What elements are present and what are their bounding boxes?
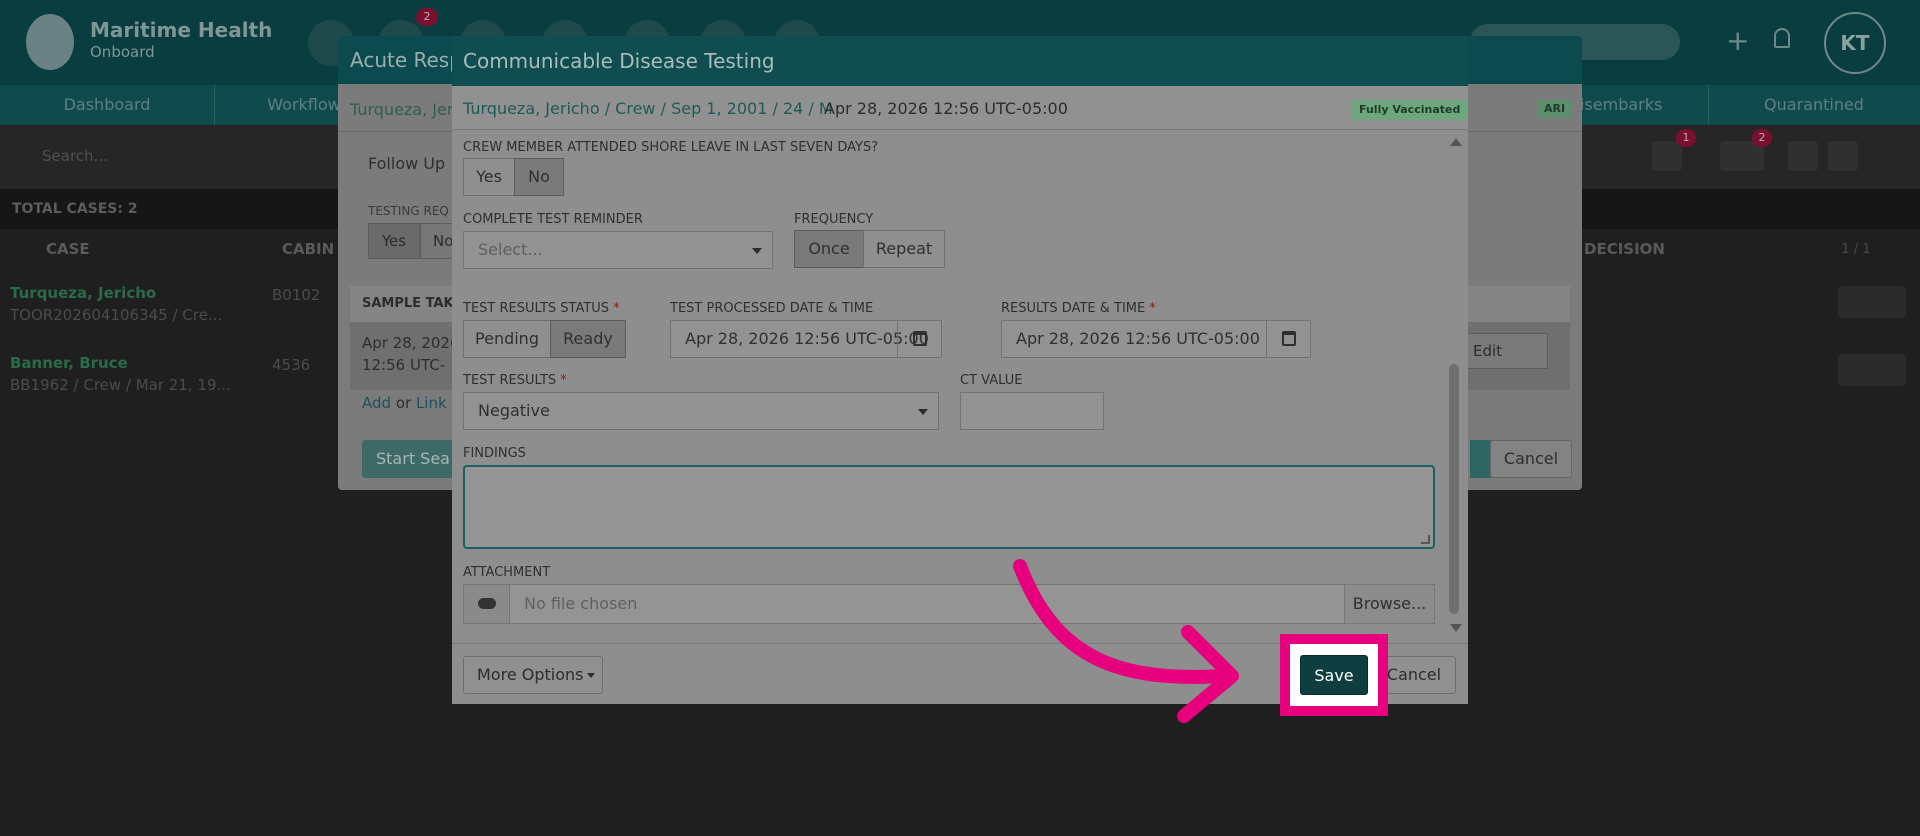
communicable-disease-testing-modal: Communicable Disease Testing Turqueza, J… — [452, 36, 1468, 704]
chevron-down-icon — [918, 409, 928, 415]
back-modal-patient[interactable]: Turqueza, Jeric — [350, 100, 467, 119]
user-avatar[interactable]: KT — [1824, 12, 1886, 74]
status-pending-button[interactable]: Pending — [463, 320, 551, 358]
processed-datetime-input[interactable]: Apr 28, 2026 12:56 UTC-05:00 — [670, 320, 942, 358]
reminder-select[interactable]: Select... — [463, 231, 773, 269]
case-detail: TOOR202604106345 / Cre... — [10, 306, 223, 324]
column-decision[interactable]: DECISION — [1584, 240, 1665, 258]
processed-calendar-button[interactable] — [897, 321, 941, 357]
case-name[interactable]: Turqueza, Jericho — [10, 284, 222, 302]
more-options-button[interactable]: More Options — [463, 656, 603, 694]
browse-button[interactable]: Browse... — [1344, 585, 1434, 623]
tab-dashboard[interactable]: Dashboard — [0, 85, 214, 125]
shore-leave-label: CREW MEMBER ATTENDED SHORE LEAVE IN LAST… — [463, 140, 879, 155]
cabin-value: 4536 — [272, 356, 311, 374]
ct-value-label: CT VALUE — [960, 373, 1023, 388]
upload-button[interactable] — [464, 585, 510, 623]
brand: Maritime Health Onboard — [90, 18, 272, 62]
app-subtitle: Onboard — [90, 43, 155, 61]
scrollbar[interactable] — [1447, 138, 1462, 632]
app-logo-icon — [26, 14, 74, 70]
testing-yes-button[interactable]: Yes — [368, 223, 420, 259]
status-label-text: TEST RESULTS STATUS — [463, 301, 610, 316]
processed-datetime-value: Apr 28, 2026 12:56 UTC-05:00 — [685, 329, 929, 348]
filter-icon[interactable] — [1788, 141, 1818, 171]
results-datetime-value: Apr 28, 2026 12:56 UTC-05:00 — [1016, 329, 1260, 348]
testing-required-label: TESTING REQ — [368, 204, 449, 218]
results-calendar-button[interactable] — [1266, 321, 1310, 357]
add-icon[interactable]: + — [1726, 26, 1749, 56]
encounter-date: Apr 28, 2026 12:56 UTC-05:00 — [824, 99, 1068, 118]
back-cancel-button[interactable]: Cancel — [1490, 440, 1572, 478]
calendar-icon — [913, 331, 927, 346]
results-date-label: RESULTS DATE & TIME * — [1001, 301, 1156, 316]
no-file-text: No file chosen — [524, 594, 638, 613]
test-results-label: TEST RESULTS * — [463, 373, 567, 388]
cloud-upload-icon — [478, 598, 496, 609]
required-marker: * — [1149, 301, 1156, 316]
resize-handle[interactable] — [1421, 535, 1430, 544]
attachment-input[interactable]: No file chosen Browse... — [463, 584, 1435, 624]
results-datetime-input[interactable]: Apr 28, 2026 12:56 UTC-05:00 — [1001, 320, 1311, 358]
bell-icon[interactable] — [1774, 28, 1790, 48]
ari-badge: ARI — [1538, 100, 1572, 118]
status-label: TEST RESULTS STATUS * — [463, 301, 620, 316]
ct-value-input[interactable] — [960, 392, 1104, 430]
modal-patient-bar: Turqueza, Jericho / Crew / Sep 1, 2001 /… — [452, 86, 1468, 130]
required-marker: * — [613, 301, 620, 316]
calendar-icon — [1282, 331, 1296, 346]
save-button[interactable]: Save — [1300, 655, 1368, 695]
modal-title: Communicable Disease Testing — [452, 36, 1468, 86]
add-link[interactable]: Add — [362, 394, 391, 412]
reminder-placeholder: Select... — [478, 240, 543, 259]
cabin-value: B0102 — [272, 286, 321, 304]
chevron-down-icon — [752, 248, 762, 254]
scroll-thumb[interactable] — [1449, 364, 1459, 614]
sliders-icon[interactable] — [1652, 141, 1682, 171]
results-date-label-text: RESULTS DATE & TIME — [1001, 301, 1146, 316]
shore-leave-yes-button[interactable]: Yes — [463, 158, 515, 196]
frequency-label: FREQUENCY — [794, 212, 874, 227]
caret-down-icon — [587, 673, 596, 678]
table-row[interactable]: Banner, Bruce BB1962 / Crew / Mar 21, 19… — [10, 354, 231, 394]
row-refresh-button[interactable] — [1838, 286, 1906, 318]
app-name: Maritime Health — [90, 18, 273, 42]
or-text: or — [391, 394, 416, 412]
row-refresh-button[interactable] — [1838, 354, 1906, 386]
filter-badge: 1 — [1676, 129, 1696, 147]
findings-label: FINDINGS — [463, 446, 526, 461]
processed-label: TEST PROCESSED DATE & TIME — [670, 301, 874, 316]
shore-leave-no-button[interactable]: No — [514, 158, 564, 196]
table-row[interactable]: Turqueza, Jericho TOOR202604106345 / Cre… — [10, 284, 222, 324]
add-or-link: Add or Link — [362, 394, 447, 412]
patient-link[interactable]: Turqueza, Jericho / Crew / Sep 1, 2001 /… — [463, 99, 833, 118]
list-badge: 2 — [1752, 129, 1772, 147]
reminder-label: COMPLETE TEST REMINDER — [463, 212, 643, 227]
link-link[interactable]: Link — [416, 394, 447, 412]
case-search-input[interactable]: Search... — [12, 137, 352, 175]
findings-textarea[interactable] — [463, 465, 1435, 549]
column-cabin[interactable]: CABIN — [282, 240, 334, 258]
required-marker: * — [560, 373, 567, 388]
frequency-repeat-button[interactable]: Repeat — [863, 230, 945, 268]
tab-quarantined[interactable]: Quarantined — [1708, 85, 1920, 125]
attachment-label: ATTACHMENT — [463, 565, 551, 580]
follow-up-label: Follow Up — [368, 154, 446, 173]
vaccination-badge: Fully Vaccinated — [1352, 100, 1468, 120]
test-results-select[interactable]: Negative — [463, 392, 939, 430]
more-options-label: More Options — [477, 665, 584, 684]
column-case[interactable]: CASE — [46, 240, 90, 258]
sample-edit-button[interactable]: Edit — [1454, 333, 1548, 369]
scroll-down-icon[interactable] — [1450, 624, 1462, 632]
status-ready-button[interactable]: Ready — [550, 320, 626, 358]
frequency-once-button[interactable]: Once — [794, 230, 864, 268]
notification-badge: 2 — [416, 8, 438, 26]
scroll-up-icon[interactable] — [1450, 138, 1462, 146]
test-results-value: Negative — [478, 401, 550, 420]
case-detail: BB1962 / Crew / Mar 21, 19... — [10, 376, 231, 394]
pager[interactable]: 1 / 1 — [1808, 236, 1904, 264]
test-results-label-text: TEST RESULTS — [463, 373, 557, 388]
clear-filter-icon[interactable] — [1828, 141, 1858, 171]
case-name[interactable]: Banner, Bruce — [10, 354, 231, 372]
